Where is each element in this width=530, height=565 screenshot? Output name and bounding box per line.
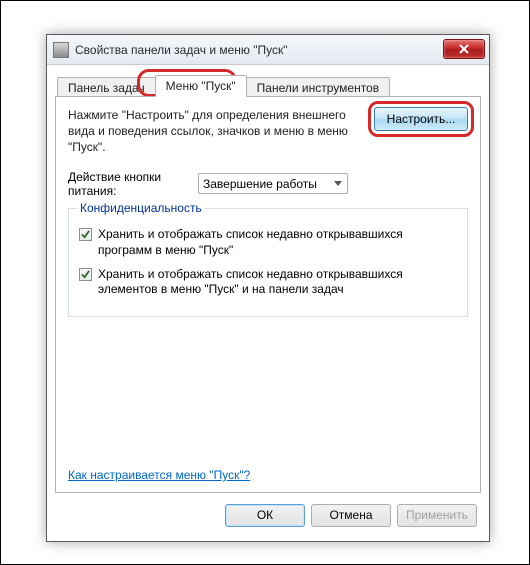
power-action-row: Действие кнопки питания: Завершение рабо… [68,170,468,199]
power-action-label: Действие кнопки питания: [68,170,180,199]
dialog-footer: ОК Отмена Применить [55,497,481,533]
power-action-select[interactable]: Завершение работы [198,173,348,194]
privacy-groupbox: Конфиденциальность Хранить и отображать … [68,208,468,316]
cancel-button-label: Отмена [329,508,372,522]
description-text: Нажмите "Настроить" для определения внеш… [68,107,364,156]
privacy-group-title: Конфиденциальность [77,201,205,215]
window-icon [53,42,69,58]
client-area: Панель задач Меню "Пуск" Панели инструме… [55,73,481,533]
configure-button[interactable]: Настроить... [374,107,468,131]
ok-button-label: ОК [257,508,273,522]
checkbox-row-programs: Хранить и отображать список недавно откр… [79,227,457,258]
cancel-button[interactable]: Отмена [311,504,391,527]
apply-button[interactable]: Применить [397,504,477,527]
tab-page-start-menu: Нажмите "Настроить" для определения внеш… [55,96,481,493]
tab-start-menu[interactable]: Меню "Пуск" [155,75,247,97]
properties-dialog: Свойства панели задач и меню "Пуск" Пане… [46,34,490,542]
window-title: Свойства панели задач и меню "Пуск" [75,43,288,57]
checkbox-store-programs-label: Хранить и отображать список недавно откр… [98,227,457,258]
power-action-value: Завершение работы [203,177,317,191]
configure-button-label: Настроить... [387,112,456,126]
checkbox-row-items: Хранить и отображать список недавно откр… [79,267,457,298]
checkbox-store-programs[interactable] [79,228,92,241]
close-icon [459,44,469,54]
check-icon [81,270,90,279]
close-button[interactable] [443,39,485,59]
ok-button[interactable]: ОК [225,504,305,527]
checkbox-store-items-label: Хранить и отображать список недавно откр… [98,267,457,298]
apply-button-label: Применить [406,508,468,522]
help-link[interactable]: Как настраивается меню "Пуск"? [68,468,250,482]
checkbox-store-items[interactable] [79,268,92,281]
check-icon [81,230,90,239]
tab-strip: Панель задач Меню "Пуск" Панели инструме… [55,73,481,97]
tab-toolbars[interactable]: Панели инструментов [246,77,390,98]
tab-taskbar[interactable]: Панель задач [57,77,156,98]
titlebar: Свойства панели задач и меню "Пуск" [47,35,489,65]
chevron-down-icon [329,175,346,192]
description-row: Нажмите "Настроить" для определения внеш… [68,107,468,156]
